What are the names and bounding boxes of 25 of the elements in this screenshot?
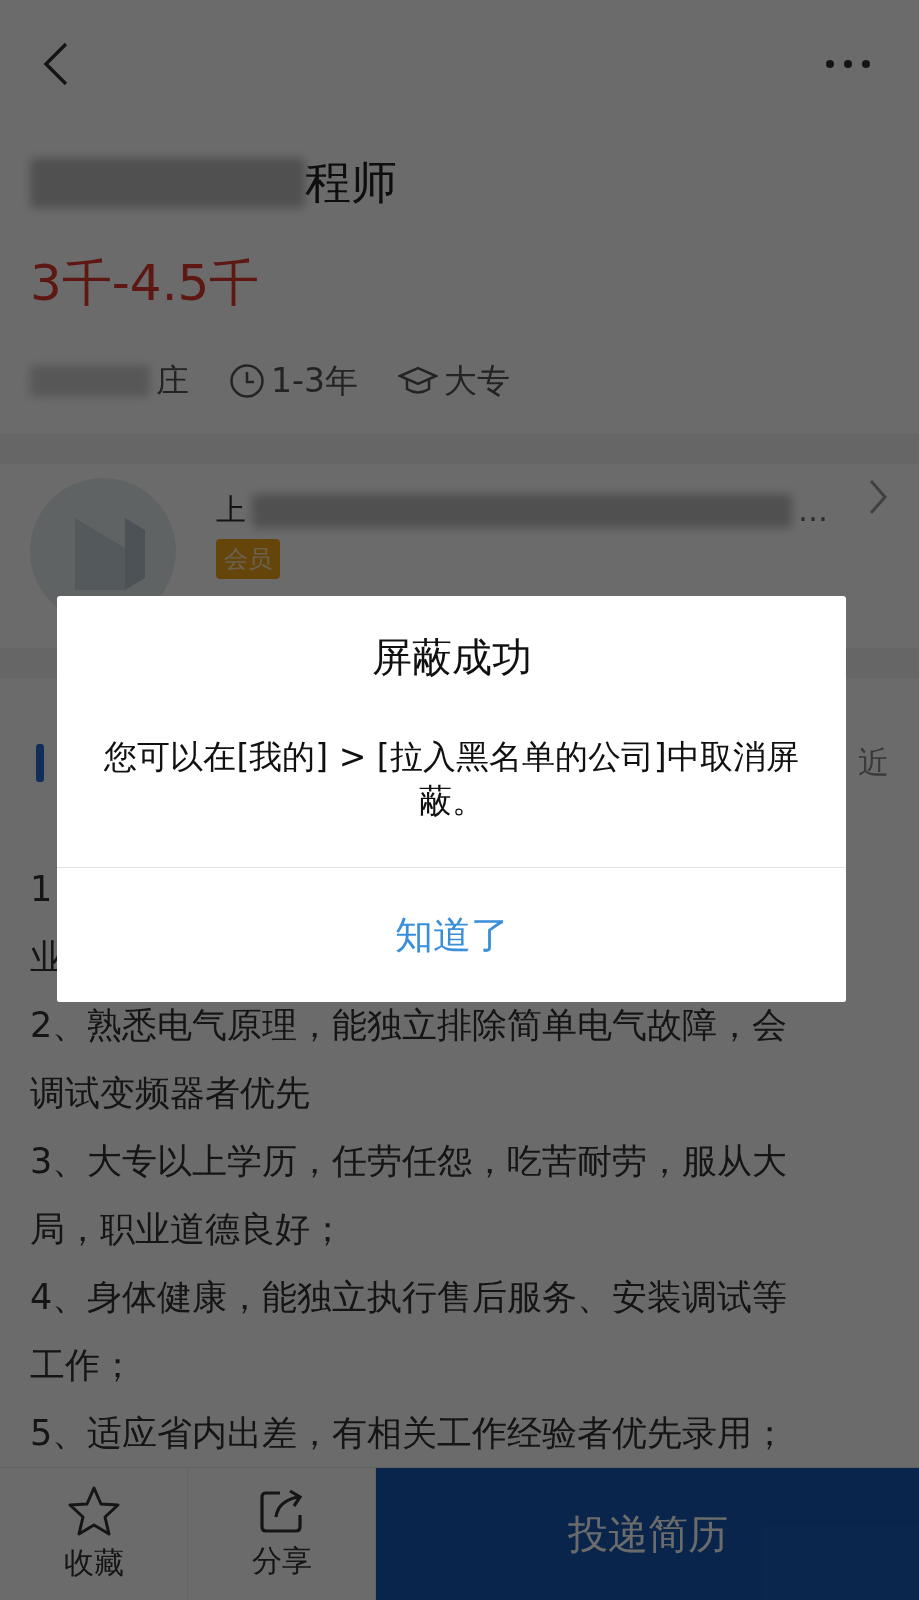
description-line: 4、身体健康，能独立执行售后服务、安装调试等 xyxy=(30,1276,788,1319)
ellipsis-text: … xyxy=(798,493,828,529)
description-line: 2、熟悉电气原理，能独立排除简单电气故障，会 xyxy=(30,1004,788,1047)
salary: 3千-4.5千 xyxy=(30,253,261,315)
section-marker xyxy=(36,743,44,782)
description-line: 调试变频器者优先 xyxy=(30,1072,310,1115)
location-text: 庄 xyxy=(156,359,189,402)
more-icon[interactable] xyxy=(825,59,871,69)
company-name: 上 xyxy=(216,491,246,530)
experience-text: 1-3年 xyxy=(271,359,358,402)
member-badge: 会员 xyxy=(216,539,280,580)
dialog-message: 您可以在[我的] > [拉入黑名单的公司]中取消屏蔽。 xyxy=(103,736,800,822)
job-title: 程师 xyxy=(305,154,397,212)
description-line: 1 xyxy=(30,868,53,911)
description-line: 局，职业道德良好； xyxy=(30,1208,345,1251)
education-text: 大专 xyxy=(443,359,510,402)
clock-icon xyxy=(229,363,265,400)
description-line: 5、适应省内出差，有相关工作经验者优先录用； xyxy=(30,1412,788,1455)
chevron-right-icon xyxy=(868,478,888,517)
back-icon[interactable] xyxy=(42,41,70,87)
description-line: 3、大专以上学历，任劳任怨，吃苦耐劳，服从大 xyxy=(30,1140,788,1183)
submit-resume-button[interactable]: 投递简历 xyxy=(376,1468,919,1600)
description-line: 工作； xyxy=(30,1344,135,1387)
star-icon xyxy=(66,1484,121,1537)
dialog-title: 屏蔽成功 xyxy=(371,633,532,682)
